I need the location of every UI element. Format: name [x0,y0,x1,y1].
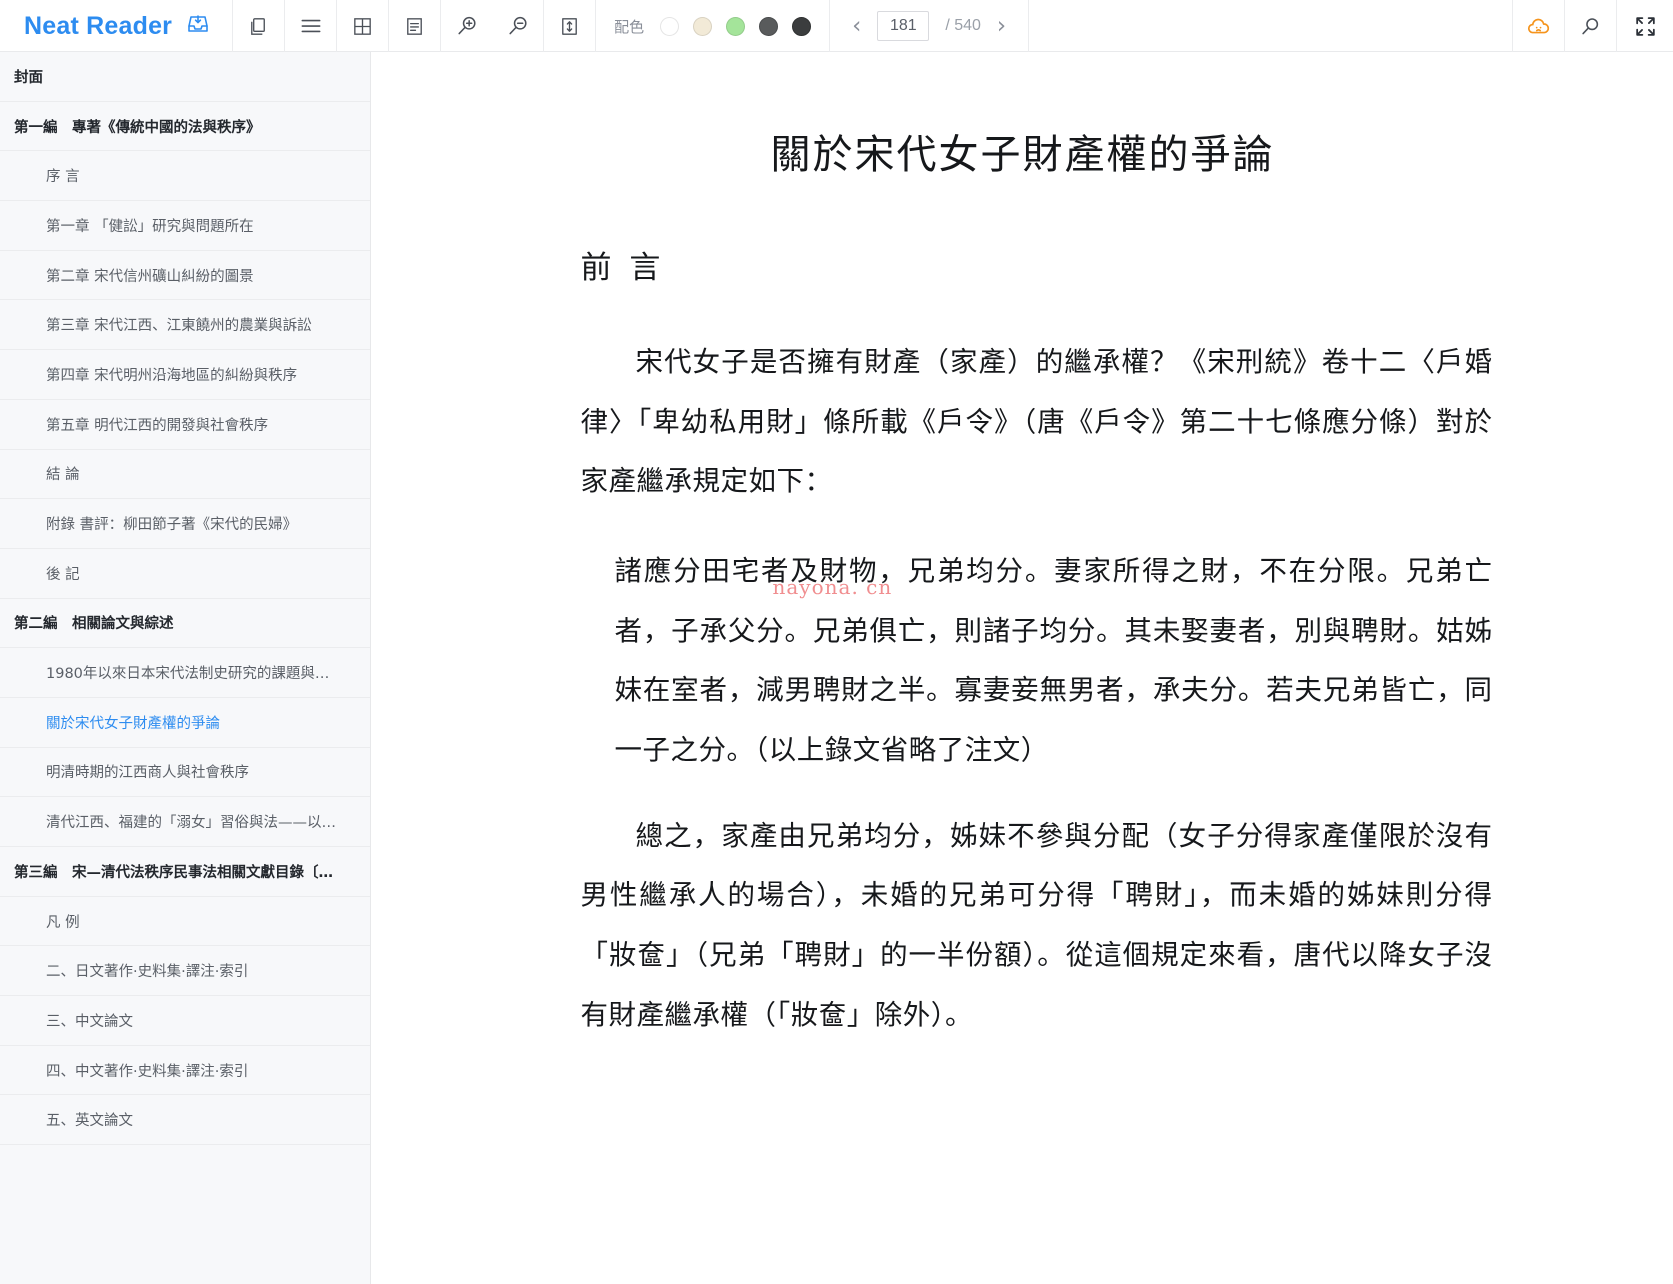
contents-list-icon[interactable] [285,0,336,52]
toc-item-label: 第四章 宋代明州沿海地區的糾紛與秩序 [46,367,298,384]
notes-icon[interactable] [389,0,440,52]
toc-item[interactable]: 三、中文論文 [0,996,370,1046]
line-height-icon[interactable] [544,0,595,52]
toc-item[interactable]: 第二章 宋代信州礦山糾紛的圖景 [0,251,370,301]
toc-item[interactable]: 第四章 宋代明州沿海地區的糾紛與秩序 [0,350,370,400]
table-of-contents-sidebar[interactable]: 封面第一編 專著《傳統中國的法與秩序》序 言第一章 「健訟」研究與問題所在 第二章… [0,52,371,1284]
toc-item-label: 第二章 宋代信州礦山糾紛的圖景 [46,268,254,285]
color-swatch-green[interactable] [726,16,746,36]
toc-item-label: 第一編 專著《傳統中國的法與秩序》 [14,119,261,136]
toc-list: 封面第一編 專著《傳統中國的法與秩序》序 言第一章 「健訟」研究與問題所在 第二章… [0,52,370,1146]
prev-page-button[interactable]: ‹ [852,14,861,38]
toc-item[interactable]: 四、中文著作·史料集·譯注·索引 [0,1046,370,1096]
toc-item-label: 序 言 [46,169,80,186]
fullscreen-icon[interactable] [1617,0,1673,52]
toc-item-label: 後 記 [46,566,80,583]
cloud-sync-icon[interactable] [1513,0,1564,52]
color-scheme-label: 配色 [614,17,645,36]
toc-item-label: 附錄 書評：柳田節子著《宋代的民婦》 [46,517,298,534]
toc-item[interactable]: 封面 [0,52,370,102]
toc-item[interactable]: 序 言 [0,151,370,202]
watermark-text: nayona. cn [772,575,893,599]
bookshelf-icon[interactable] [233,0,284,52]
toc-item[interactable]: 結 論 [0,450,370,500]
app-title: Neat Reader [24,11,173,40]
next-page-button[interactable]: › [997,14,1006,38]
body-paragraph-2: 總之，家產由兄弟均分，姊妹不參與分配（女子分得家產僅限於沒有男性繼承人的場合），… [580,819,1493,1031]
toc-item-label: 1980年以來日本宋代法制史研究的課題與… [46,666,330,683]
toc-item[interactable]: 第三編 宋—清代法秩序民事法相關文獻目錄〔… [0,847,370,897]
toc-item-label: 第一章 「健訟」研究與問題所在 [46,218,254,235]
toc-item[interactable]: 清代江西、福建的「溺女」習俗與法——以… [0,797,370,847]
toc-item[interactable]: 後 記 [0,549,370,599]
toc-item[interactable]: 第一章 「健訟」研究與問題所在 [0,201,370,251]
top-toolbar: Neat Reader 配色 ‹ 181 / 540 › [0,0,1673,52]
toc-item-label: 二、日文著作·史料集·譯注·索引 [46,964,249,981]
toc-item-label: 四、中文著作·史料集·譯注·索引 [46,1063,249,1080]
toc-item-label: 凡 例 [46,914,80,931]
color-swatch-dark[interactable] [792,16,812,36]
toc-item-label: 第三章 宋代江西、江東饒州的農業與訴訟 [46,318,312,335]
toc-item-label: 關於宋代女子財產權的爭論 [46,715,220,732]
toc-item-label: 第五章 明代江西的開發與社會秩序 [46,417,269,434]
zoom-in-icon[interactable] [441,0,492,52]
toc-item[interactable]: 第一編 專著《傳統中國的法與秩序》 [0,102,370,152]
app-brand[interactable]: Neat Reader [0,0,232,52]
toc-item-label: 三、中文論文 [46,1013,133,1030]
toc-item[interactable]: 凡 例 [0,897,370,947]
view-tools-group [233,0,440,52]
toc-item-label: 結 論 [46,467,80,484]
toc-item[interactable]: 五、英文論文 [0,1095,370,1146]
section-heading: 前 言 [580,250,665,286]
toc-item[interactable]: 第五章 明代江西的開發與社會秩序 [0,400,370,450]
import-book-icon[interactable] [186,12,210,41]
search-icon[interactable] [1565,0,1616,52]
zoom-tools-group [441,0,543,52]
color-swatch-white[interactable] [660,16,680,36]
line-height-group [544,0,595,52]
toc-item-label: 第三編 宋—清代法秩序民事法相關文獻目錄〔… [14,864,333,881]
body-paragraph-1: 宋代女子是否擁有財產（家產）的繼承權？《宋刑統》卷十二〈戶婚律〉「卑幼私用財」條… [580,346,1493,498]
toc-item[interactable]: 1980年以來日本宋代法制史研究的課題與… [0,648,370,698]
reader-content-pane[interactable]: 關於宋代女子財產權的爭論 前 言 宋代女子是否擁有財產（家產）的繼承權？《宋刑統… [372,52,1673,1284]
total-pages-label: / 540 [945,17,981,34]
toc-item[interactable]: 附錄 書評：柳田節子著《宋代的民婦》 [0,499,370,549]
color-scheme-group: 配色 [596,0,829,52]
zoom-out-icon[interactable] [492,0,543,52]
page-number-input[interactable] [877,11,930,41]
document-page: 關於宋代女子財產權的爭論 前 言 宋代女子是否擁有財產（家產）的繼承權？《宋刑統… [553,52,1493,1045]
toc-item-label: 封面 [14,69,43,86]
toc-item-label: 明清時期的江西商人與社會秩序 [46,765,249,782]
toc-item[interactable]: 二、日文著作·史料集·譯注·索引 [0,946,370,997]
page-title: 關於宋代女子財產權的爭論 [770,132,1275,178]
toc-item[interactable]: 明清時期的江西商人與社會秩序 [0,748,370,798]
color-swatch-gray[interactable] [759,16,779,36]
grid-view-icon[interactable] [337,0,388,52]
color-swatch-sepia[interactable] [693,16,713,36]
toc-item-label: 第二編 相關論文與綜述 [14,616,174,633]
toc-item[interactable]: 第三章 宋代江西、江東饒州的農業與訴訟 [0,300,370,351]
page-navigation: ‹ / 540 › [830,0,1028,52]
quoted-passage: 諸應分田宅者及財物，兄弟均分。妻家所得之財，不在分限。兄弟亡者，子承父分。兄弟俱… [614,555,1493,767]
toc-item[interactable]: 關於宋代女子財產權的爭論 [0,698,370,748]
toc-item[interactable]: 第二編 相關論文與綜述 [0,599,370,649]
toc-item-label: 清代江西、福建的「溺女」習俗與法——以… [46,815,336,832]
toc-item-label: 五、英文論文 [46,1113,133,1130]
